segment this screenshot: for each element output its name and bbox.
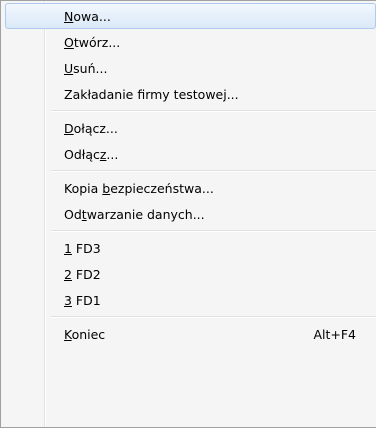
menu-item-restore-data[interactable]: Odtwarzanie danych... (5, 201, 376, 227)
menu-item-label: Odtwarzanie danych... (64, 207, 205, 222)
menu-item-label: Odłącz... (64, 147, 119, 162)
menu-item-exit[interactable]: Koniec Alt+F4 (5, 321, 376, 347)
menu-item-new[interactable]: Nowa... (5, 3, 376, 29)
menu-item-label: 1 FD3 (64, 241, 101, 256)
menu-item-attach[interactable]: Dołącz... (5, 115, 376, 141)
menu-item-recent-3[interactable]: 3 FD1 (5, 287, 376, 313)
menu-separator (51, 107, 376, 115)
menu-item-recent-2[interactable]: 2 FD2 (5, 261, 376, 287)
menu-item-label: 3 FD1 (64, 293, 101, 308)
menu-separator (51, 313, 376, 321)
menu-item-label: Koniec (64, 327, 106, 342)
menu-item-label: Usuń... (64, 61, 108, 76)
menu-item-recent-1[interactable]: 1 FD3 (5, 235, 376, 261)
menu-items: Nowa... Otwórz... Usuń... Zakładanie fir… (1, 3, 376, 347)
menu-item-label: Zakładanie firmy testowej... (64, 87, 239, 102)
menu-item-label: Otwórz... (64, 35, 121, 50)
menu-item-backup[interactable]: Kopia bezpieczeństwa... (5, 175, 376, 201)
menu-item-label: Dołącz... (64, 121, 118, 136)
menu-item-shortcut: Alt+F4 (313, 327, 356, 342)
menu-item-open[interactable]: Otwórz... (5, 29, 376, 55)
menu-item-label: 2 FD2 (64, 267, 101, 282)
menu-item-label: Nowa... (64, 9, 111, 24)
file-menu: Nowa... Otwórz... Usuń... Zakładanie fir… (0, 0, 376, 428)
menu-item-delete[interactable]: Usuń... (5, 55, 376, 81)
menu-item-label: Kopia bezpieczeństwa... (64, 181, 214, 196)
menu-separator (51, 227, 376, 235)
menu-item-detach[interactable]: Odłącz... (5, 141, 376, 167)
menu-item-create-test-company[interactable]: Zakładanie firmy testowej... (5, 81, 376, 107)
menu-separator (51, 167, 376, 175)
